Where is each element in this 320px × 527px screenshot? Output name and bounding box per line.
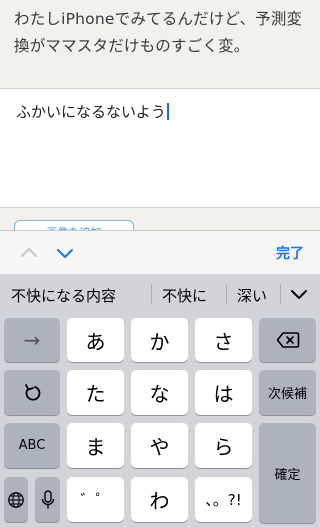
- key-na[interactable]: な: [131, 370, 188, 415]
- microphone-icon: [41, 489, 54, 508]
- keyboard-accessory-bar: 完了: [0, 230, 320, 274]
- confirm-key[interactable]: 確定: [259, 423, 316, 523]
- key-a[interactable]: あ: [67, 318, 124, 362]
- comment-text: わたしiPhoneでみてるんだけど、予測変 換がママスタだけものすごく変。: [14, 6, 310, 60]
- backspace-icon: [276, 332, 299, 348]
- key-wa[interactable]: わ: [131, 477, 188, 522]
- chevron-down-icon[interactable]: [56, 244, 74, 262]
- key-ha[interactable]: は: [195, 370, 252, 415]
- prediction-3[interactable]: 深い: [237, 285, 267, 306]
- dakuten-key[interactable]: ゛゜: [67, 477, 124, 522]
- done-button[interactable]: 完了: [276, 243, 304, 263]
- comment-line-2: 換がママスタだけものすごく変。: [14, 37, 250, 55]
- key-ma[interactable]: ま: [67, 423, 124, 468]
- reply-textarea[interactable]: ふかいになるないよう: [0, 88, 320, 208]
- comment-line-1: わたしiPhoneでみてるんだけど、予測変: [14, 10, 303, 28]
- punctuation-key[interactable]: 、。?!: [195, 477, 252, 522]
- comment-area: わたしiPhoneでみてるんだけど、予測変 換がママスタだけものすごく変。: [0, 0, 320, 88]
- prediction-divider: [226, 284, 227, 304]
- key-ta[interactable]: た: [67, 370, 124, 415]
- prediction-2[interactable]: 不快に: [162, 285, 207, 306]
- input-value: ふかいになるないよう: [16, 103, 166, 121]
- globe-key[interactable]: [4, 477, 28, 522]
- abc-key[interactable]: ABC: [4, 423, 60, 468]
- globe-icon: [8, 491, 24, 508]
- prediction-bar: 不快になる内容 不快に 深い: [0, 274, 320, 314]
- key-sa[interactable]: さ: [195, 318, 252, 362]
- backspace-key[interactable]: [259, 318, 316, 362]
- text-caret: [166, 103, 169, 120]
- japanese-keyboard: 不快になる内容 不快に 深い → あ か さ た な は 次候補 ABC ま や…: [0, 274, 320, 527]
- prediction-1[interactable]: 不快になる内容: [11, 285, 116, 306]
- prediction-divider: [280, 284, 281, 304]
- undo-icon: [25, 383, 41, 401]
- chevron-up-icon[interactable]: [20, 244, 38, 262]
- chevron-down-icon[interactable]: [289, 284, 309, 304]
- arrow-key[interactable]: →: [4, 318, 60, 362]
- key-ka[interactable]: か: [131, 318, 188, 362]
- next-candidate-key[interactable]: 次候補: [259, 370, 316, 415]
- microphone-key[interactable]: [35, 477, 60, 522]
- reply-textarea-value: ふかいになるないよう: [16, 101, 169, 122]
- key-ya[interactable]: や: [131, 423, 188, 468]
- form-footer: 画像を追加: [0, 208, 320, 244]
- prediction-divider: [151, 284, 152, 304]
- key-ra[interactable]: ら: [195, 423, 252, 468]
- undo-key[interactable]: [4, 370, 60, 415]
